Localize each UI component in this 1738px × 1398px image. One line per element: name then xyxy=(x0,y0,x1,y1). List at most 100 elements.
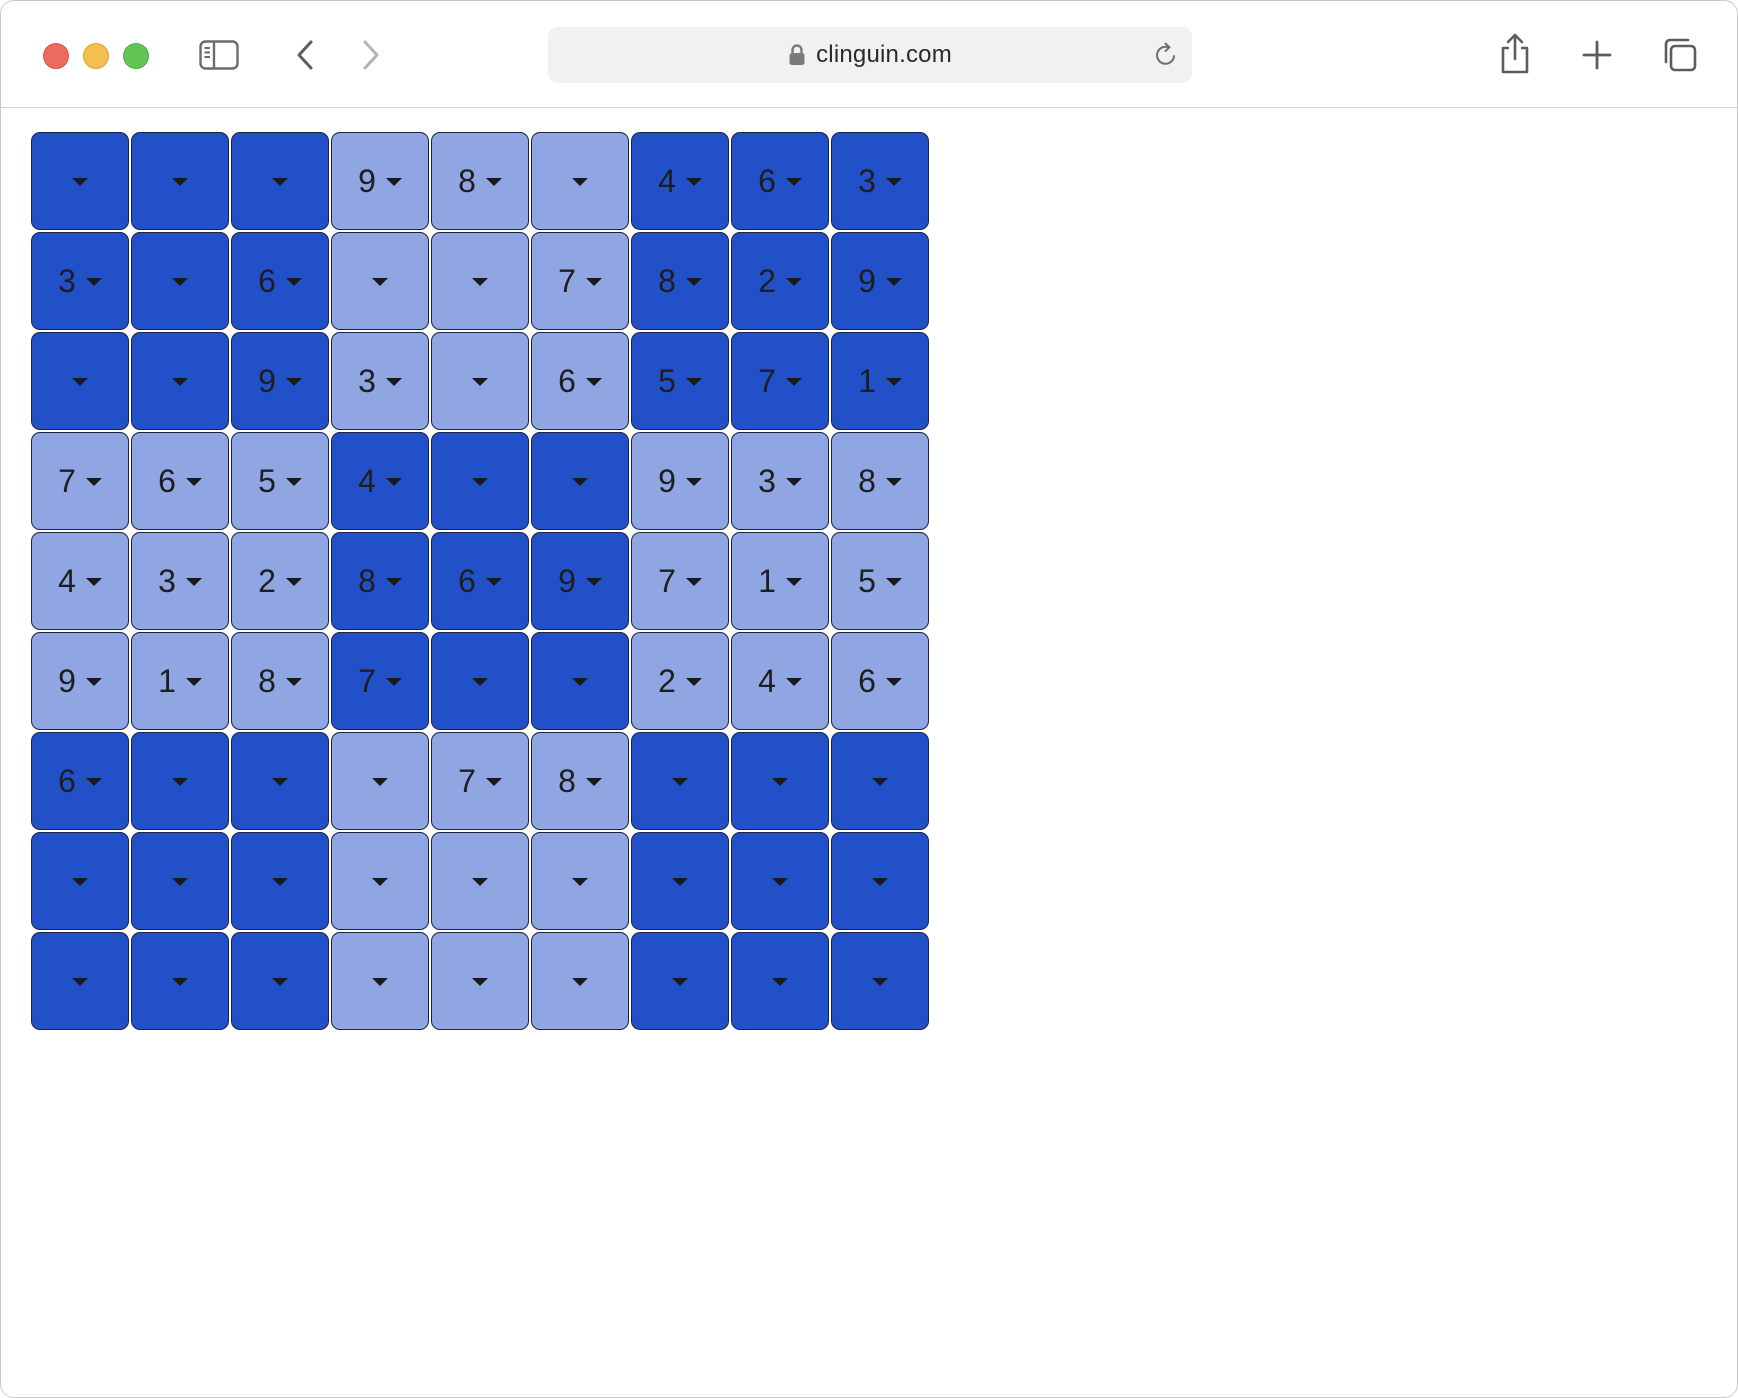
sudoku-cell-dropdown[interactable]: 9 xyxy=(531,532,629,630)
zoom-window-button[interactable] xyxy=(123,43,149,69)
sudoku-cell-dropdown[interactable]: 8 xyxy=(531,732,629,830)
sudoku-cell-dropdown[interactable] xyxy=(231,732,329,830)
sudoku-cell-dropdown[interactable] xyxy=(531,132,629,230)
sudoku-cell-dropdown[interactable] xyxy=(531,632,629,730)
sudoku-cell-dropdown[interactable] xyxy=(531,932,629,1030)
sudoku-cell-dropdown[interactable] xyxy=(431,932,529,1030)
sudoku-cell-dropdown[interactable]: 7 xyxy=(431,732,529,830)
sudoku-cell-dropdown[interactable]: 1 xyxy=(731,532,829,630)
sudoku-cell-dropdown[interactable]: 9 xyxy=(831,232,929,330)
sudoku-cell-dropdown[interactable]: 4 xyxy=(331,432,429,530)
forward-button[interactable] xyxy=(353,35,389,75)
back-button[interactable] xyxy=(287,35,323,75)
sudoku-cell-dropdown[interactable]: 9 xyxy=(631,432,729,530)
sudoku-cell-dropdown[interactable] xyxy=(331,732,429,830)
sudoku-cell-dropdown[interactable]: 9 xyxy=(231,332,329,430)
share-button[interactable] xyxy=(1495,31,1535,77)
sudoku-cell-dropdown[interactable]: 1 xyxy=(131,632,229,730)
caret-down-icon xyxy=(85,278,102,286)
sudoku-cell-dropdown[interactable]: 3 xyxy=(331,332,429,430)
sudoku-cell-dropdown[interactable]: 2 xyxy=(731,232,829,330)
sudoku-cell-dropdown[interactable] xyxy=(631,932,729,1030)
sudoku-cell-dropdown[interactable] xyxy=(131,332,229,430)
sudoku-cell-dropdown[interactable] xyxy=(331,232,429,330)
sudoku-cell-dropdown[interactable] xyxy=(431,432,529,530)
reload-icon[interactable] xyxy=(1152,41,1180,69)
caret-down-icon xyxy=(772,978,788,986)
sudoku-cell-dropdown[interactable] xyxy=(31,832,129,930)
plus-icon xyxy=(1582,40,1612,70)
url-text[interactable]: clinguin.com xyxy=(816,41,952,69)
tab-overview-button[interactable] xyxy=(1657,35,1701,75)
sudoku-cell-dropdown[interactable] xyxy=(31,932,129,1030)
sudoku-cell-dropdown[interactable] xyxy=(831,832,929,930)
sudoku-cell-dropdown[interactable]: 6 xyxy=(531,332,629,430)
sudoku-cell-dropdown[interactable] xyxy=(731,932,829,1030)
sudoku-cell-dropdown[interactable]: 3 xyxy=(31,232,129,330)
sudoku-cell-dropdown[interactable] xyxy=(731,832,829,930)
sudoku-cell-dropdown[interactable]: 7 xyxy=(531,232,629,330)
sudoku-cell-dropdown[interactable]: 9 xyxy=(31,632,129,730)
sudoku-cell-dropdown[interactable]: 6 xyxy=(431,532,529,630)
cell-value: 8 xyxy=(558,763,576,799)
sudoku-cell-dropdown[interactable] xyxy=(131,932,229,1030)
new-tab-button[interactable] xyxy=(1577,35,1617,75)
sudoku-cell-dropdown[interactable]: 7 xyxy=(31,432,129,530)
sudoku-cell-dropdown[interactable] xyxy=(431,332,529,430)
sudoku-cell-dropdown[interactable] xyxy=(331,832,429,930)
sudoku-cell-dropdown[interactable] xyxy=(631,732,729,830)
sudoku-cell-dropdown[interactable]: 8 xyxy=(231,632,329,730)
sudoku-cell-dropdown[interactable] xyxy=(831,732,929,830)
sudoku-cell-dropdown[interactable]: 3 xyxy=(731,432,829,530)
sudoku-cell-dropdown[interactable]: 7 xyxy=(331,632,429,730)
caret-down-icon xyxy=(785,378,802,386)
sudoku-cell-dropdown[interactable] xyxy=(431,832,529,930)
sudoku-cell-dropdown[interactable] xyxy=(231,132,329,230)
sudoku-cell-dropdown[interactable]: 6 xyxy=(731,132,829,230)
chevron-left-icon xyxy=(297,40,313,70)
sudoku-cell-dropdown[interactable] xyxy=(431,632,529,730)
sudoku-cell-dropdown[interactable]: 8 xyxy=(831,432,929,530)
sudoku-cell-dropdown[interactable] xyxy=(531,432,629,530)
sudoku-cell-dropdown[interactable]: 3 xyxy=(831,132,929,230)
sudoku-cell-dropdown[interactable] xyxy=(131,132,229,230)
sudoku-cell-dropdown[interactable]: 6 xyxy=(231,232,329,330)
sudoku-cell-dropdown[interactable]: 6 xyxy=(831,632,929,730)
sudoku-cell-dropdown[interactable]: 5 xyxy=(831,532,929,630)
sudoku-cell-dropdown[interactable] xyxy=(331,932,429,1030)
sudoku-cell-dropdown[interactable] xyxy=(131,732,229,830)
address-bar[interactable]: clinguin.com xyxy=(548,27,1192,83)
sudoku-cell-dropdown[interactable] xyxy=(31,332,129,430)
sudoku-cell-dropdown[interactable]: 5 xyxy=(231,432,329,530)
sudoku-cell-dropdown[interactable]: 7 xyxy=(731,332,829,430)
sudoku-cell-dropdown[interactable] xyxy=(231,832,329,930)
sudoku-cell-dropdown[interactable] xyxy=(431,232,529,330)
sudoku-cell-dropdown[interactable]: 7 xyxy=(631,532,729,630)
sudoku-cell-dropdown[interactable] xyxy=(131,232,229,330)
sudoku-cell-dropdown[interactable] xyxy=(731,732,829,830)
sudoku-cell-dropdown[interactable]: 5 xyxy=(631,332,729,430)
sudoku-cell-dropdown[interactable]: 4 xyxy=(31,532,129,630)
sudoku-cell-dropdown[interactable]: 2 xyxy=(631,632,729,730)
minimize-window-button[interactable] xyxy=(83,43,109,69)
sudoku-cell-dropdown[interactable]: 8 xyxy=(431,132,529,230)
sudoku-cell-dropdown[interactable]: 8 xyxy=(631,232,729,330)
sudoku-cell-dropdown[interactable]: 1 xyxy=(831,332,929,430)
sudoku-cell-dropdown[interactable] xyxy=(831,932,929,1030)
sudoku-cell-dropdown[interactable]: 3 xyxy=(131,532,229,630)
sudoku-cell-dropdown[interactable]: 6 xyxy=(31,732,129,830)
sudoku-cell-dropdown[interactable]: 9 xyxy=(331,132,429,230)
sudoku-cell-dropdown[interactable] xyxy=(31,132,129,230)
sudoku-cell-dropdown[interactable] xyxy=(131,832,229,930)
close-window-button[interactable] xyxy=(43,43,69,69)
sudoku-cell-dropdown[interactable]: 6 xyxy=(131,432,229,530)
sudoku-cell-dropdown[interactable]: 4 xyxy=(731,632,829,730)
sudoku-cell-dropdown[interactable] xyxy=(631,832,729,930)
sidebar-toggle-button[interactable] xyxy=(197,37,241,73)
sudoku-cell-dropdown[interactable]: 8 xyxy=(331,532,429,630)
sudoku-cell-dropdown[interactable]: 2 xyxy=(231,532,329,630)
sudoku-cell-dropdown[interactable] xyxy=(531,832,629,930)
sudoku-cell-dropdown[interactable]: 4 xyxy=(631,132,729,230)
sudoku-cell-dropdown[interactable] xyxy=(231,932,329,1030)
caret-down-icon xyxy=(72,378,88,386)
